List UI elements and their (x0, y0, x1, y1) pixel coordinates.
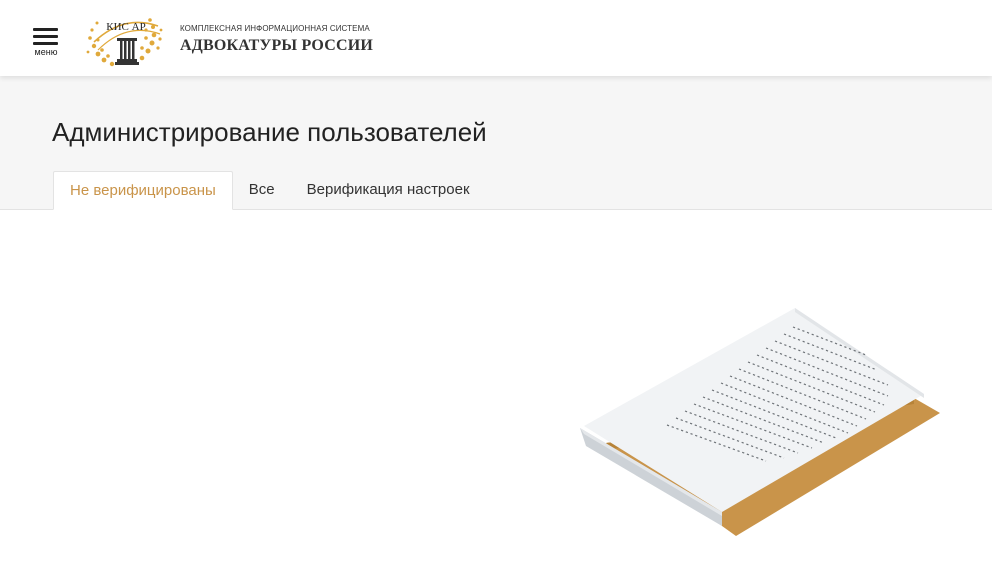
logo-column (115, 38, 139, 65)
tab-all[interactable]: Все (233, 171, 291, 209)
hamburger-icon-line (33, 28, 58, 31)
brand-subtitle: КОМПЛЕКСНАЯ ИНФОРМАЦИОННАЯ СИСТЕМА (180, 24, 370, 33)
tab-unverified[interactable]: Не верифицированы (53, 171, 233, 210)
tab-settings-verification[interactable]: Верификация настроек (291, 171, 486, 209)
brand-title[interactable]: АДВОКАТУРЫ РОССИИ (180, 37, 373, 55)
hamburger-icon-line (33, 35, 58, 38)
empty-document-illustration (580, 308, 940, 536)
document-page (584, 308, 924, 512)
menu-label: меню (34, 47, 58, 57)
menu-button[interactable]: меню (30, 26, 62, 60)
kisar-logo[interactable]: КИС АР (84, 8, 168, 70)
tab-bar: Не верифицированы Все Верификация настро… (53, 171, 486, 210)
hamburger-icon-line (33, 42, 58, 45)
page-title: Администрирование пользователей (52, 117, 487, 147)
top-bar: меню КИС АР КОМПЛЕКСНАЯ ИНФОРМАЦИОННАЯ С… (0, 0, 992, 76)
logo-text: КИС АР (106, 21, 145, 33)
